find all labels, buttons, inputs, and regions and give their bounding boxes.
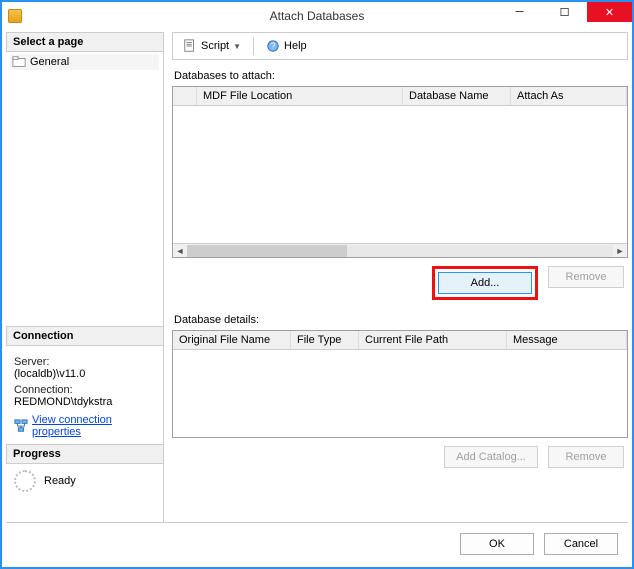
scroll-thumb[interactable]	[187, 245, 347, 257]
left-pane: Select a page General Connection Server:…	[6, 32, 164, 522]
add-button[interactable]: Add...	[438, 272, 532, 294]
toolbar-separator	[253, 37, 254, 55]
attach-grid-body[interactable]	[173, 106, 627, 243]
close-button[interactable]: ✕	[587, 2, 632, 22]
connection-header: Connection	[6, 326, 163, 346]
view-connection-properties-link[interactable]: View connection properties	[14, 414, 155, 438]
content-area: Select a page General Connection Server:…	[6, 32, 628, 563]
footer: OK Cancel	[6, 522, 628, 563]
add-button-highlight: Add...	[432, 266, 538, 300]
maximize-button[interactable]: ☐	[542, 2, 587, 22]
minimize-button[interactable]: ─	[497, 2, 542, 22]
page-list: General	[6, 52, 163, 72]
svg-text:?: ?	[271, 42, 276, 51]
progress-header: Progress	[6, 444, 163, 464]
details-col-filetype[interactable]: File Type	[291, 331, 359, 349]
scroll-right-icon[interactable]: ►	[613, 246, 627, 256]
attach-horizontal-scrollbar[interactable]: ◄ ►	[173, 243, 627, 257]
attach-col-attachas[interactable]: Attach As	[511, 87, 627, 105]
progress-spinner-icon	[14, 470, 36, 492]
scroll-left-icon[interactable]: ◄	[173, 246, 187, 256]
details-button-row: Add Catalog... Remove	[172, 438, 628, 478]
help-button[interactable]: ? Help	[262, 37, 311, 55]
server-label: Server:	[14, 356, 155, 368]
details-grid[interactable]: Original File Name File Type Current Fil…	[172, 330, 628, 438]
window-frame: Attach Databases ─ ☐ ✕ Select a page Gen…	[0, 0, 634, 569]
attach-col-dbname[interactable]: Database Name	[403, 87, 511, 105]
details-col-path[interactable]: Current File Path	[359, 331, 507, 349]
view-connection-properties-label: View connection properties	[32, 414, 155, 438]
attach-grid[interactable]: MDF File Location Database Name Attach A…	[172, 86, 628, 258]
server-value: (localdb)\v11.0	[14, 368, 155, 380]
attach-grid-header: MDF File Location Database Name Attach A…	[173, 87, 627, 106]
attach-col-rowheader	[173, 87, 197, 105]
app-icon	[2, 9, 28, 23]
script-button[interactable]: Script ▼	[179, 37, 245, 55]
toolbar: Script ▼ ? Help	[172, 32, 628, 60]
window-controls: ─ ☐ ✕	[497, 2, 632, 22]
network-icon	[14, 419, 28, 433]
help-icon: ?	[266, 39, 280, 53]
connection-label: Connection:	[14, 384, 155, 396]
progress-block: Ready	[6, 464, 163, 498]
databases-to-attach-label: Databases to attach:	[174, 70, 626, 82]
right-pane: Script ▼ ? Help Databases to attach:	[164, 32, 628, 522]
details-remove-button: Remove	[548, 446, 624, 468]
database-details-label: Database details:	[174, 314, 626, 326]
select-page-header: Select a page	[6, 32, 163, 52]
main-row: Select a page General Connection Server:…	[6, 32, 628, 522]
page-general[interactable]: General	[10, 54, 159, 70]
details-grid-body[interactable]	[173, 350, 627, 437]
titlebar[interactable]: Attach Databases ─ ☐ ✕	[2, 2, 632, 30]
script-dropdown-icon[interactable]: ▼	[233, 42, 241, 51]
page-icon	[12, 55, 26, 69]
details-col-message[interactable]: Message	[507, 331, 627, 349]
script-label: Script	[201, 40, 229, 52]
add-catalog-button: Add Catalog...	[444, 446, 538, 468]
page-general-label: General	[30, 56, 69, 68]
cancel-button[interactable]: Cancel	[544, 533, 618, 555]
attach-remove-button: Remove	[548, 266, 624, 288]
help-label: Help	[284, 40, 307, 52]
details-grid-header: Original File Name File Type Current Fil…	[173, 331, 627, 350]
ok-button[interactable]: OK	[460, 533, 534, 555]
attach-button-row: Add... Remove	[172, 258, 628, 310]
progress-label: Ready	[44, 475, 76, 487]
connection-block: Server: (localdb)\v11.0 Connection: REDM…	[6, 346, 163, 444]
details-col-original[interactable]: Original File Name	[173, 331, 291, 349]
attach-col-mdf[interactable]: MDF File Location	[197, 87, 403, 105]
scroll-track[interactable]	[187, 245, 613, 257]
script-icon	[183, 39, 197, 53]
connection-value: REDMOND\tdykstra	[14, 396, 155, 408]
